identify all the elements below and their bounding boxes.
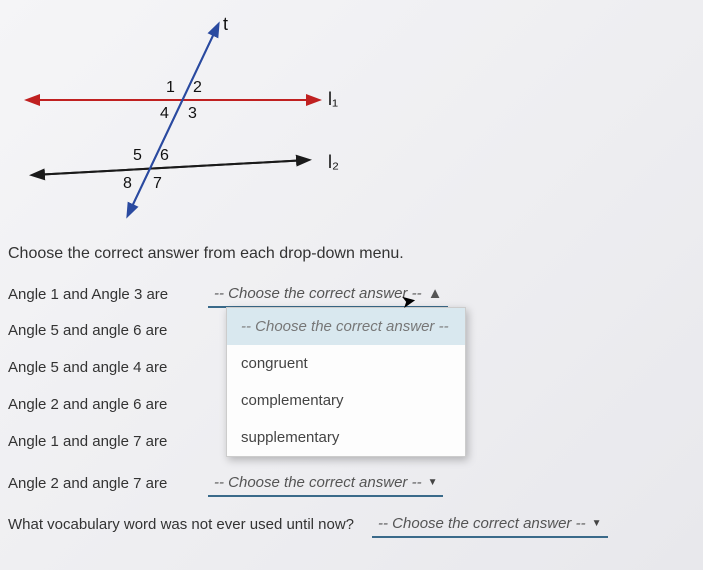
dropdown-option-supplementary[interactable]: supplementary <box>227 419 465 456</box>
label-l1: l₁ <box>328 89 338 109</box>
diagram-svg: t l₁ l₂ 1 2 3 4 5 6 7 8 <box>8 10 348 230</box>
question-row-4: Angle 2 and angle 6 are <box>8 396 208 413</box>
dropdown-option-congruent[interactable]: congruent <box>227 345 465 382</box>
svg-text:3: 3 <box>188 105 197 122</box>
question-row-3: Angle 5 and angle 4 are <box>8 359 208 376</box>
dropdown-option-complementary[interactable]: complementary <box>227 382 465 419</box>
transversal-diagram: t l₁ l₂ 1 2 3 4 5 6 7 8 <box>8 10 348 230</box>
dropdown-1-placeholder-text: -- Choose the correct answer -- <box>214 285 422 302</box>
svg-text:7: 7 <box>153 175 162 192</box>
dropdown-option-placeholder[interactable]: -- Choose the correct answer -- <box>227 308 465 345</box>
dropdown-last-text: -- Choose the correct answer -- <box>378 515 586 532</box>
question-label-4: Angle 2 and angle 6 are <box>8 396 208 413</box>
question-label-2: Angle 5 and angle 6 are <box>8 322 208 339</box>
instruction-text: Choose the correct answer from each drop… <box>8 245 695 263</box>
caret-up-icon: ▲ <box>428 285 443 302</box>
question-row-6: Angle 2 and angle 7 are -- Choose the co… <box>8 470 695 497</box>
question-row-5: Angle 1 and angle 7 are <box>8 433 208 450</box>
question-label-last: What vocabulary word was not ever used u… <box>8 516 362 533</box>
question-label-3: Angle 5 and angle 4 are <box>8 359 208 376</box>
dropdown-6[interactable]: -- Choose the correct answer -- ▼ <box>208 470 443 497</box>
svg-text:4: 4 <box>160 105 169 122</box>
svg-text:6: 6 <box>160 147 169 164</box>
label-l2: l₂ <box>328 152 339 172</box>
question-row-1: Angle 1 and Angle 3 are -- Choose the co… <box>8 281 695 308</box>
question-row-last: What vocabulary word was not ever used u… <box>8 511 695 538</box>
svg-text:2: 2 <box>193 79 202 96</box>
question-label-5: Angle 1 and angle 7 are <box>8 433 208 450</box>
svg-text:1: 1 <box>166 79 175 96</box>
label-t: t <box>223 14 228 34</box>
question-row-2: Angle 5 and angle 6 are <box>8 322 208 339</box>
question-label-6: Angle 2 and angle 7 are <box>8 475 208 492</box>
dropdown-1-panel[interactable]: -- Choose the correct answer -- congruen… <box>226 307 466 457</box>
dropdown-6-text: -- Choose the correct answer -- <box>214 474 422 491</box>
caret-down-icon: ▼ <box>428 477 438 488</box>
caret-down-icon: ▼ <box>592 518 602 529</box>
svg-text:5: 5 <box>133 147 142 164</box>
question-label-1: Angle 1 and Angle 3 are <box>8 286 208 303</box>
svg-text:8: 8 <box>123 175 132 192</box>
dropdown-last[interactable]: -- Choose the correct answer -- ▼ <box>372 511 607 538</box>
